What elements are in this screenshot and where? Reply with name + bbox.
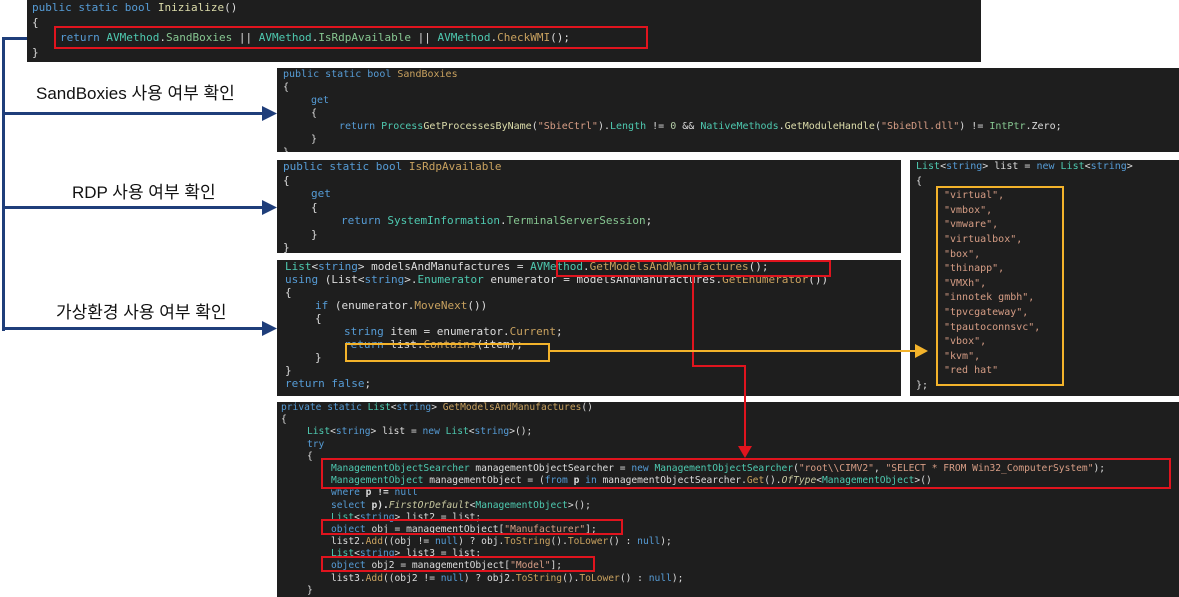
code-line: get [311, 95, 330, 106]
code-line: { [283, 82, 290, 93]
rdp-check-label: RDP 사용 여부 확인 [72, 183, 216, 202]
code-line: public static bool Inizialize() [32, 1, 238, 14]
connector-rdp-line [2, 206, 264, 209]
connector-sandboxies-line [2, 112, 264, 115]
code-line: list3.Add((obj2 != null) ? obj2.ToString… [331, 572, 684, 584]
code-panel-sandboxies: public static bool SandBoxies { get { re… [277, 68, 1179, 152]
code-line: return SystemInformation.TerminalServerS… [341, 214, 653, 227]
code-line: } [283, 146, 1173, 152]
sandboxies-check-label: SandBoxies 사용 여부 확인 [36, 84, 235, 103]
red-connector-down2 [744, 365, 746, 449]
code-line: try [307, 438, 325, 450]
code-line: { [311, 108, 318, 119]
code-line: if (enumerator.MoveNext()) [315, 299, 488, 312]
arrow-down-icon [738, 446, 752, 458]
return-statement-highlight [54, 26, 648, 49]
code-line: { [285, 286, 292, 299]
code-line: where p != null [331, 487, 418, 499]
code-line: return false; [285, 377, 372, 390]
code-line: { [283, 173, 290, 187]
code-line: } [307, 584, 313, 596]
code-line: } [311, 227, 318, 241]
arrow-right-icon [915, 344, 928, 358]
connector-vertical-line [2, 37, 5, 331]
virtual-env-check-label: 가상환경 사용 여부 확인 [56, 303, 227, 322]
code-line: private static List<string> GetModelsAnd… [281, 402, 593, 413]
list-contains-highlight [345, 343, 550, 362]
code-line: return ProcessGetProcessesByName("SbieCt… [339, 121, 1062, 132]
arrow-right-icon [262, 321, 277, 336]
code-line: { [311, 200, 318, 214]
arrow-right-icon [262, 200, 277, 215]
code-line: } [285, 364, 292, 377]
code-line: } [311, 134, 318, 145]
manufacturer-highlight [321, 519, 623, 535]
arrow-right-icon [262, 106, 277, 121]
code-panel-get-models-and-manufactures: private static List<string> GetModelsAnd… [277, 402, 1179, 597]
code-line: } [283, 241, 290, 253]
code-panel-enumerator: List<string> modelsAndManufactures = AVM… [277, 260, 901, 396]
code-line: List<string> list = new List<string> [916, 161, 1133, 172]
code-line: List<string> list = new List<string>(); [307, 426, 533, 438]
code-panel-inizialize: public static bool Inizialize() { return… [27, 0, 981, 62]
wmi-query-highlight [321, 458, 1171, 489]
get-models-call-highlight [556, 260, 831, 277]
yellow-connector [550, 350, 918, 352]
connector-virtual-env-line [2, 327, 264, 330]
code-line: list2.Add((obj != null) ? obj.ToString()… [331, 536, 672, 548]
code-panel-vm-list: List<string> list = new List<string> { "… [910, 160, 1179, 396]
code-line: public static bool SandBoxies [283, 69, 458, 80]
red-connector-horizontal [692, 365, 745, 367]
code-panel-is-rdp-available: public static bool IsRdpAvailable { get … [277, 160, 901, 253]
code-line: public static bool IsRdpAvailable [283, 160, 502, 173]
vm-list-highlight [936, 186, 1064, 386]
code-line: string item = enumerator.Current; [344, 325, 563, 338]
code-line: { [315, 312, 322, 325]
code-line: select p).FirstOrDefault<ManagementObjec… [331, 499, 591, 511]
model-highlight [321, 556, 595, 572]
code-line: { [281, 414, 287, 426]
red-connector-down [692, 277, 694, 366]
code-line: get [311, 187, 331, 200]
